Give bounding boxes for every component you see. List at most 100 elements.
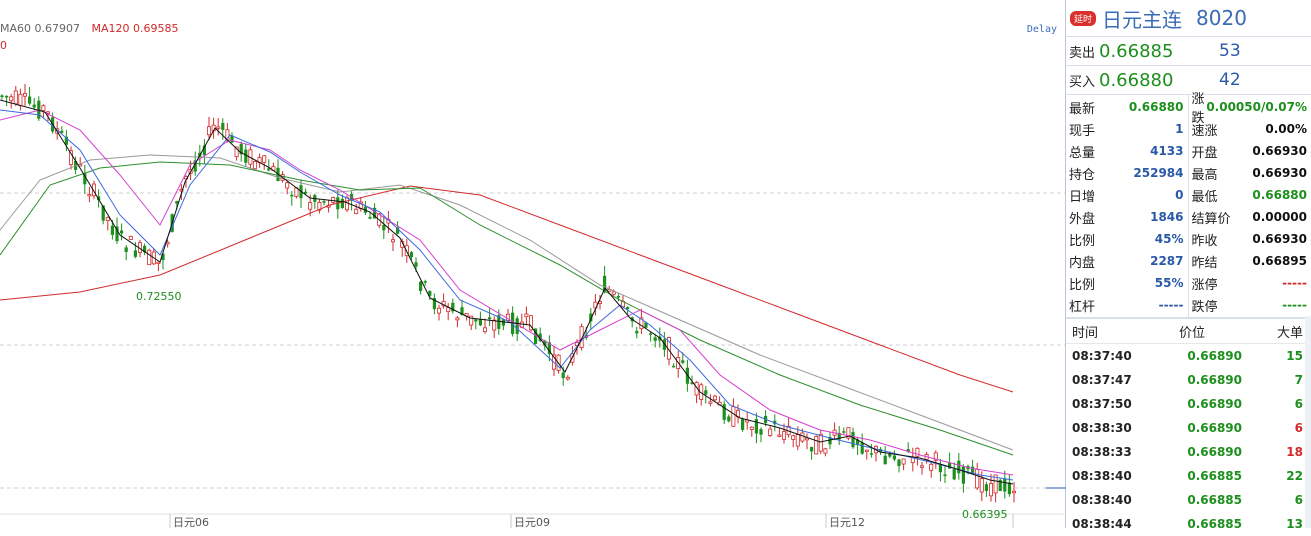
candle-body [953,469,956,479]
stat-row: 涨跌0.00050/0.07% [1189,96,1308,118]
stat-label: 涨停 [1189,274,1218,293]
stat-row: 开盘0.66930 [1189,140,1308,162]
candle-body [157,262,160,264]
tick-list-scrollbar[interactable] [1305,316,1311,528]
candle-body [129,237,132,240]
stat-label: 比例 [1066,274,1095,293]
candle-body [410,252,413,257]
kline-plot[interactable] [0,0,1066,528]
candle-body [28,97,31,104]
candle-body [304,192,307,194]
candle-body [14,91,17,104]
candle-body [125,247,128,252]
stat-value: 45% [1155,232,1184,246]
candle-body [741,419,744,430]
candle-body [437,308,440,313]
candle-body [727,416,730,421]
candle-body [939,465,942,473]
kline-chart[interactable]: MA60 0.67907 MA120 0.69585 0 Delay [0,0,1066,528]
candle-body [10,97,13,101]
delay-link[interactable]: Delay [1027,24,1057,35]
candle-body [943,474,946,476]
stat-row: 持仓252984 [1066,162,1184,184]
candle-body [221,123,224,130]
tick-volume: 6 [1242,421,1311,435]
candle-body [106,217,109,220]
quote-panel: 延时 日元主连 8020 卖出 0.66885 53 买入 0.66880 42… [1066,0,1311,528]
stat-label: 外盘 [1066,208,1095,227]
candle-body [989,483,992,495]
stat-value: 0.66880 [1129,100,1184,114]
candle-body [865,450,868,452]
ma60-legend: MA60 0.67907 [0,22,80,35]
candle-body [493,320,496,330]
instrument-code: 8020 [1196,6,1247,30]
tick-row: 08:38:440.6688513 [1066,512,1311,536]
tick-row: 08:37:400.6689015 [1066,344,1311,368]
candle-body [456,318,459,320]
candle-body [681,360,684,363]
candle-body [612,292,615,294]
candle-body [483,328,486,332]
candle-body [957,461,960,474]
candle-body [309,203,312,210]
stats-grid: 最新0.66880现手1总量4133持仓252984日增0外盘1846比例45%… [1066,95,1311,318]
stat-row: 昨结0.66895 [1189,250,1308,272]
candle-body [976,469,979,487]
candle-body [985,484,988,491]
tick-volume: 6 [1242,397,1311,411]
stat-label: 总量 [1066,142,1095,161]
tick-header-volume: 大单 [1242,322,1311,341]
stat-label: 日增 [1066,186,1095,205]
candle-body [120,231,123,234]
tick-price: 0.66890 [1142,445,1242,459]
tick-time: 08:38:44 [1066,517,1142,531]
candle-body [801,433,804,441]
candle-body [470,316,473,325]
candle-body [1008,482,1011,494]
stat-label: 现手 [1066,120,1095,139]
candle-body [861,443,864,454]
tick-price: 0.66885 [1142,469,1242,483]
buy-label: 买入 [1066,71,1099,90]
stat-label: 速涨 [1189,120,1218,139]
candle-body [815,436,818,454]
stat-row: 昨收0.66930 [1189,228,1308,250]
indicator-value: 0 [0,39,7,52]
delay-badge: 延时 [1070,11,1096,26]
tick-time: 08:38:40 [1066,493,1142,507]
tick-time: 08:38:33 [1066,445,1142,459]
candle-body [424,281,427,283]
ma-legend: MA60 0.67907 MA120 0.69585 [0,22,187,35]
instrument-name: 日元主连 [1102,4,1182,33]
stat-row: 外盘1846 [1066,206,1184,228]
high-annotation: 0.72550 [136,290,182,303]
stat-label: 持仓 [1066,164,1095,183]
stat-row: 最低0.66880 [1189,184,1308,206]
tick-volume: 6 [1242,493,1311,507]
stat-value: 0.00050/0.07% [1206,100,1307,114]
candle-body [672,366,675,368]
tick-volume: 22 [1242,469,1311,483]
stat-value: ----- [1282,298,1307,312]
stat-value: 0.66895 [1252,254,1307,268]
candle-body [750,427,753,429]
candle-body [525,314,528,317]
tick-volume: 7 [1242,373,1311,387]
buy-volume: 42 [1219,70,1241,90]
stat-value: ----- [1159,298,1184,312]
stat-value: 0.00000 [1252,210,1307,224]
tick-price: 0.66890 [1142,421,1242,435]
stat-row: 日增0 [1066,184,1184,206]
tick-time: 08:37:47 [1066,373,1142,387]
candle-body [322,201,325,203]
candle-body [962,467,965,484]
tick-volume: 18 [1242,445,1311,459]
candle-body [902,459,905,464]
tick-price: 0.66885 [1142,517,1242,531]
ma120-legend: MA120 0.69585 [92,22,179,35]
stat-value: 0.00% [1265,122,1307,136]
tick-volume: 15 [1242,349,1311,363]
candle-body [414,262,417,266]
candle-body [479,319,482,325]
